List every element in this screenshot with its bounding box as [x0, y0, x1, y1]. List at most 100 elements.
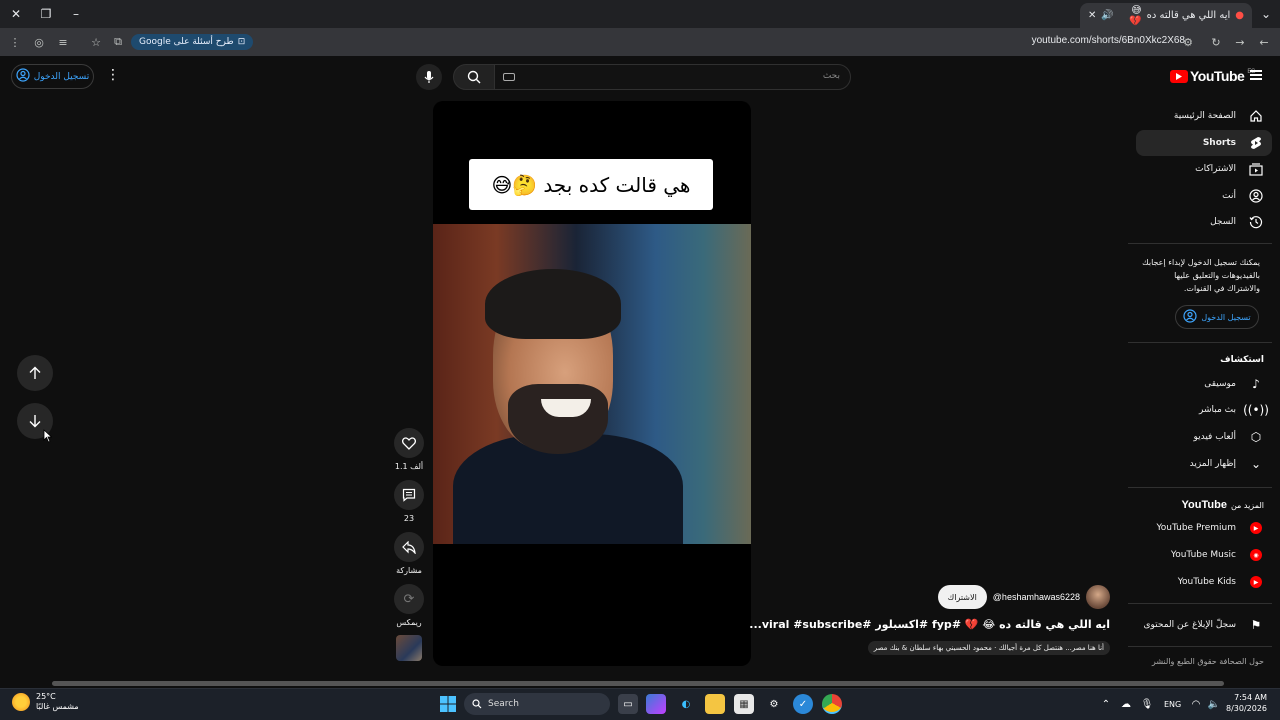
tab-emoji: 😅💔 [1129, 4, 1142, 27]
install-app-icon[interactable]: ⧉ [110, 34, 126, 50]
active-tab[interactable]: ● ايه اللي هي قالته ده 😅💔 🔊 ✕ [1080, 3, 1252, 28]
share-icon [402, 540, 416, 554]
share-button[interactable] [394, 532, 424, 562]
audio-chip[interactable]: أنا هنا مصر... هنتصل كل مرة أجيالك · محم… [867, 641, 1110, 655]
sidebar-item-label: YouTube Music [1170, 550, 1236, 560]
sidebar-item-youtube-music[interactable]: YouTube Music ◉ [1136, 542, 1272, 568]
sidebar-item-youtube-premium[interactable]: YouTube Premium ▶ [1136, 515, 1272, 541]
previous-short-button[interactable] [17, 355, 53, 391]
sidebar-item-youtube-kids[interactable]: YouTube Kids ▶ [1136, 569, 1272, 595]
channel-avatar[interactable] [1086, 585, 1110, 609]
sidebar-item-you[interactable]: أنت [1136, 183, 1272, 209]
account-icon [16, 68, 30, 85]
bookmark-star-icon[interactable]: ☆ [88, 34, 104, 50]
youtube-logo[interactable]: YouTube EG [1170, 68, 1255, 84]
tray-chevron-up-icon[interactable]: ⌃ [1096, 694, 1116, 714]
scrollbar-thumb[interactable] [52, 681, 1224, 686]
tab-close-icon[interactable]: ✕ [1088, 10, 1096, 21]
tab-mute-icon[interactable]: 🔊 [1101, 10, 1113, 21]
profile-icon[interactable]: ◎ [31, 34, 47, 50]
audio-thumbnail[interactable] [396, 635, 422, 661]
tray-app-icon[interactable]: ☁ [1116, 694, 1136, 714]
sidebar-item-live[interactable]: بث مباشر ((•)) [1136, 397, 1272, 423]
sidebar-item-show-more[interactable]: إظهار المزيد ⌄ [1136, 451, 1272, 477]
remix-label: ريمكس [396, 618, 422, 627]
task-view-icon[interactable]: ▭ [618, 694, 638, 714]
footer-links[interactable]: حول الصحافة حقوق الطبع والنشر [1140, 656, 1264, 668]
remix-button[interactable]: ⟳ [394, 584, 424, 614]
sidebar-item-label: إظهار المزيد [1189, 459, 1236, 469]
chrome-icon[interactable] [822, 694, 842, 714]
sidebar-item-report-history[interactable]: سجلّ الإبلاغ عن المحتوى ⚑ [1136, 612, 1272, 638]
like-button[interactable] [394, 428, 424, 458]
video-person-beard [508, 384, 608, 454]
ask-google-button[interactable]: ⊡ طرح أسئلة على Google [131, 34, 254, 50]
sidebar-divider [1128, 243, 1272, 244]
customize-icon[interactable]: ≡ [55, 34, 71, 50]
tab-search-icon[interactable]: ⌄ [1258, 6, 1274, 22]
app-icon[interactable]: ✓ [793, 694, 813, 714]
video-title[interactable]: ايه اللي هي قالته ده 😂 💔 #fyp #اكسبلور #… [749, 618, 1110, 631]
caption-text: هي قالت كده بجد [543, 172, 691, 197]
settings-dots-icon[interactable]: ⋮ [106, 67, 120, 83]
sidebar-item-shorts[interactable]: Shorts [1136, 130, 1272, 156]
back-icon[interactable]: ← [1256, 34, 1272, 50]
sidebar-item-history[interactable]: السجل [1136, 209, 1272, 235]
guide-menu-icon[interactable] [1250, 70, 1262, 80]
sidebar-item-label: السجل [1210, 217, 1236, 227]
close-window-icon[interactable]: ✕ [8, 6, 24, 22]
video-caption-overlay: هي قالت كده بجد 🤔😅 [469, 159, 713, 210]
arrow-up-icon [29, 366, 41, 379]
signin-label: تسجيل الدخول [33, 71, 90, 82]
tray-mic-icon[interactable]: 🎙 [1137, 694, 1157, 714]
tab-favicon-icon: ● [1235, 10, 1244, 21]
store-icon[interactable]: ▦ [734, 694, 754, 714]
system-clock[interactable]: 7:54 AM 8/30/2026 [1226, 692, 1267, 714]
subscribe-button[interactable]: الاشتراك [937, 585, 987, 609]
lens-icon: ⊡ [237, 37, 246, 47]
input-language[interactable]: ENG [1164, 700, 1181, 709]
taskbar-search[interactable]: Search [464, 693, 610, 715]
sidebar-item-subscriptions[interactable]: الاشتراكات [1136, 156, 1272, 182]
sidebar-item-home[interactable]: الصفحة الرئيسية [1136, 103, 1272, 129]
keyboard-icon[interactable] [503, 73, 515, 81]
wifi-icon[interactable]: ◠ [1186, 694, 1206, 714]
voice-search-button[interactable] [416, 64, 442, 90]
copilot-icon[interactable] [646, 694, 666, 714]
comments-button[interactable] [394, 480, 424, 510]
settings-gear-icon[interactable]: ⚙ [764, 694, 784, 714]
like-count: 1.1 ألف [394, 462, 424, 471]
sidebar-divider [1128, 342, 1272, 343]
sidebar-item-music[interactable]: موسيقى ♪ [1136, 371, 1272, 397]
share-label: مشاركة [396, 566, 422, 575]
remix-icon: ⟳ [403, 591, 415, 607]
start-button[interactable] [438, 694, 458, 714]
logo-text: YouTube [1190, 68, 1245, 84]
file-explorer-icon[interactable] [705, 694, 725, 714]
reload-icon[interactable]: ↻ [1208, 34, 1224, 50]
menu-dots-icon[interactable]: ⋮ [7, 34, 23, 50]
sidebar-item-label: موسيقى [1204, 379, 1236, 389]
forward-icon[interactable]: → [1232, 34, 1248, 50]
explore-title: استكشاف [1220, 355, 1264, 365]
sidebar-item-gaming[interactable]: ألعاب فيديو ⬡ [1136, 424, 1272, 450]
video-frame[interactable] [433, 224, 751, 544]
restore-window-icon[interactable]: ❐ [38, 6, 54, 22]
sidebar-item-label: ألعاب فيديو [1193, 432, 1236, 442]
sidebar-signin-button[interactable]: تسجيل الدخول [1175, 305, 1259, 329]
comment-count: 23 [403, 514, 415, 523]
ask-google-label: طرح أسئلة على Google [139, 37, 234, 47]
history-icon [1248, 214, 1264, 230]
volume-icon[interactable]: 🔈 [1204, 694, 1224, 714]
search-input[interactable]: بحث [494, 64, 851, 90]
sidebar-divider [1128, 603, 1272, 604]
edge-icon[interactable]: ◐ [676, 694, 696, 714]
signin-button[interactable]: تسجيل الدخول [11, 64, 94, 89]
channel-name[interactable]: @heshamhawas6228 [993, 592, 1080, 602]
minimize-window-icon[interactable]: – [68, 6, 84, 22]
clock-date: 8/30/2026 [1226, 704, 1268, 713]
search-button[interactable] [453, 64, 495, 90]
address-bar[interactable]: youtube.com/shorts/6Bn0Xkc2X68 [1032, 35, 1185, 46]
tab-title: ايه اللي هي قالته ده [1146, 10, 1231, 21]
weather-widget[interactable]: 25°C مشمس غالبًا [12, 692, 79, 712]
